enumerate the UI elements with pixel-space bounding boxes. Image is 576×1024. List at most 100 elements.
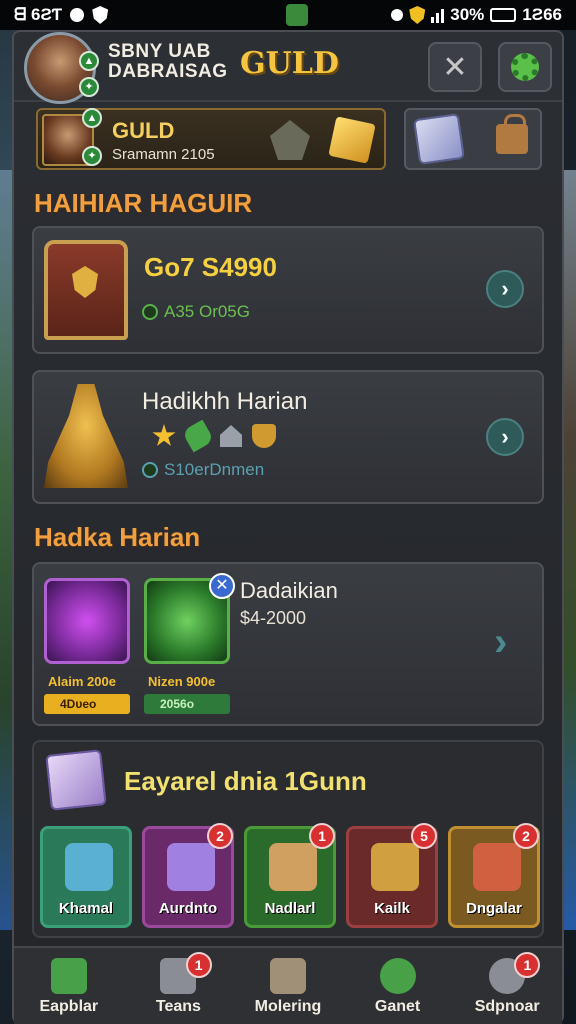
signal-icon [431, 7, 445, 23]
close-icon: ✕ [442, 50, 468, 84]
home-icon [50, 958, 87, 994]
feather-icon [181, 419, 215, 453]
quick-actions [404, 108, 542, 170]
treasure-chest-icon [44, 240, 128, 340]
chevron-right-icon: › [501, 424, 509, 449]
check-icon [142, 462, 158, 478]
quest-card-chest-subtitle: A35 Or05G [142, 302, 250, 322]
page-title: GULD [240, 46, 339, 81]
check-icon [142, 304, 158, 320]
nav-label: Molering [254, 998, 322, 1015]
shield-status-icon [92, 6, 109, 24]
event-tile[interactable]: Kailk 5 [346, 823, 438, 928]
event-tile-label: Kailk [374, 900, 410, 917]
notification-badge: 1 [309, 823, 335, 849]
settings-button[interactable] [498, 42, 552, 92]
guild-name: GULD [112, 118, 175, 143]
level-up-icon: ▲ [79, 51, 99, 71]
chest-open-button[interactable]: › [486, 270, 524, 308]
portrait-badge-icon: ▲ [82, 108, 102, 128]
shield-icon [65, 843, 113, 891]
nav-label: Sdpnoar [474, 998, 540, 1015]
golden-bell-icon [44, 384, 128, 488]
section-title-daily: HAIHIAR HAGUIR [34, 188, 253, 218]
nav-item[interactable]: 1 Sdpnoar [452, 948, 562, 1024]
green-amulet-item[interactable]: ✕ [144, 573, 235, 664]
vpn-icon [409, 6, 426, 24]
reward-icons [152, 419, 276, 453]
battery-percent: 30% [450, 5, 485, 24]
guild-info-bar[interactable]: ▲ ✦ GULD Sramamn 2105 [36, 108, 386, 170]
clock: 1Ƨ66 [522, 5, 562, 24]
guild-screen: ▲ ✦ SBNY UAB DABRAISAG GULD ✕ ▲ ✦ GULD S… [12, 30, 564, 1024]
notification-badge: 2 [513, 823, 539, 849]
nav-item[interactable]: Eapblar [14, 948, 124, 1024]
player-name-line2: DABRAISAG [108, 61, 228, 82]
portrait-badge-icon-2: ✦ [82, 146, 102, 166]
notification-badge: 5 [411, 823, 437, 849]
reward-card-title: Dadaikian [240, 578, 338, 603]
status-left-text: ᗺ 6ƧƬ [14, 5, 63, 24]
check-circle-icon [379, 958, 416, 994]
bonus-icon: ✦ [79, 77, 99, 97]
player-name-line1: SBNY UAB [108, 41, 211, 62]
status-bar: ᗺ 6ƧƬ 30% 1Ƨ66 [0, 0, 576, 30]
close-button[interactable]: ✕ [428, 42, 482, 92]
notification-badge: 2 [207, 823, 233, 849]
quest-card-bell-subtitle-text: S10erDnmen [164, 460, 265, 479]
reward-card[interactable]: Alaim 200e 4Dᴜeo ✕ Nizen 900e 2056o Dada… [32, 562, 544, 726]
event-title: Eayarel dnia 1Gunn [124, 766, 367, 796]
nav-label: Teans [155, 998, 201, 1015]
gear-icon [511, 53, 539, 81]
event-tile[interactable]: Nadlarl 1 [244, 823, 336, 928]
dice-icon[interactable] [413, 113, 465, 165]
event-tile[interactable]: Dngalar 2 [448, 823, 540, 928]
purple-gem-item[interactable] [44, 578, 130, 664]
event-tile-label: Aurdnto [158, 900, 218, 917]
notification-icon [70, 8, 85, 22]
gold-cube-icon [328, 116, 376, 164]
shield-icon [252, 424, 276, 448]
event-tile-label: Dngalar [466, 900, 522, 917]
nav-item[interactable]: Ganet [343, 948, 453, 1024]
app-notification-icon [286, 4, 308, 26]
notification-badge: 1 [514, 952, 541, 978]
item2-bar: 2056o [144, 694, 230, 714]
crossed-tools-icon [269, 843, 317, 891]
section-title-rewards: Hadka Harian [34, 522, 201, 552]
item1-bar: 4Dᴜeo [44, 694, 130, 714]
nav-item[interactable]: Molering [233, 948, 343, 1024]
hammer-icon [167, 843, 215, 891]
bell-open-button[interactable]: › [486, 418, 524, 456]
event-tile[interactable]: Aurdnto 2 [142, 823, 234, 928]
lock-icon[interactable] [496, 114, 528, 154]
nav-item[interactable]: 1 Teans [124, 948, 234, 1024]
star-icon [152, 424, 176, 446]
quest-card-chest[interactable]: Go7 S4990 A35 Or05G › [32, 226, 544, 354]
guild-leader-portrait: ▲ ✦ [42, 108, 102, 166]
quest-card-chest-title: Go7 S4990 [144, 252, 277, 282]
plus-icon[interactable]: ✕ [209, 573, 235, 599]
event-tile-label: Nadlarl [264, 900, 316, 917]
player-avatar[interactable]: ▲ ✦ [24, 32, 99, 104]
bottom-nav: Eapblar 1 Teans Molering Ganet 1 Sdpnoar [14, 946, 562, 1024]
tower-icon [269, 958, 306, 994]
quest-card-bell[interactable]: Hadikhh Harian S10erDnmen › [32, 370, 544, 504]
quest-card-chest-subtitle-text: A35 Or05G [164, 302, 250, 321]
item1-label: Alaim 200e [48, 674, 116, 689]
event-cube-icon [45, 749, 107, 811]
quest-card-bell-title: Hadikhh Harian [142, 388, 308, 415]
reward-card-value: $4-2000 [240, 608, 307, 628]
amulet-icon [371, 843, 419, 891]
item2-label: Nizen 900e [148, 674, 216, 689]
battery-icon [490, 8, 517, 22]
event-tile-label: Khamal [58, 900, 114, 917]
header: ▲ ✦ SBNY UAB DABRAISAG GULD ✕ [14, 32, 562, 104]
house-icon [220, 425, 242, 447]
event-tile[interactable]: Khamal [40, 826, 132, 928]
guild-emblem-icon [270, 120, 310, 160]
notification-badge: 1 [185, 952, 212, 978]
player-name: SBNY UAB DABRAISAG [108, 42, 228, 82]
nav-label: Eapblar [39, 998, 99, 1015]
chevron-right-icon[interactable]: › [494, 620, 507, 665]
